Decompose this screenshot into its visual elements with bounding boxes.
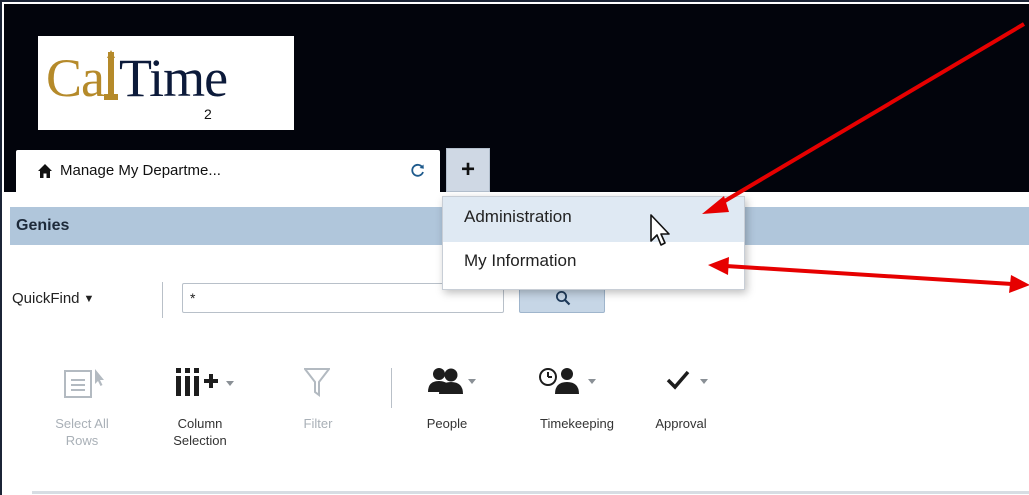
menu-item-my-information[interactable]: My Information	[443, 241, 744, 286]
home-icon	[38, 164, 52, 178]
people-button[interactable]: People	[412, 362, 482, 462]
quickfind-separator	[162, 282, 163, 318]
people-label: People	[426, 416, 468, 431]
column-selection-button[interactable]: Column Selection	[152, 362, 248, 462]
logo-version: 2	[204, 106, 212, 122]
column-selection-label: Column Selection	[173, 416, 227, 448]
logo-time: Time	[119, 48, 228, 108]
toolbar-separator	[391, 368, 392, 408]
arrow-to-my-information	[708, 257, 1029, 293]
filter-icon	[302, 368, 332, 403]
tower-icon	[104, 50, 118, 100]
menu-item-administration[interactable]: Administration	[443, 197, 744, 242]
grid-top-border	[32, 491, 1029, 494]
genies-title: Genies	[16, 217, 70, 234]
logo-ca: Ca	[46, 48, 105, 108]
select-all-rows-button[interactable]: Select All Rows	[42, 362, 122, 462]
filter-label: Filter	[303, 416, 333, 431]
quickfind-label: QuickFind	[12, 290, 80, 307]
logo-wordmark: Ca Time	[46, 48, 228, 108]
mouse-cursor-icon	[650, 214, 670, 246]
timekeeping-button[interactable]: Timekeeping	[522, 362, 632, 462]
timekeeping-label: Timekeeping	[540, 416, 614, 431]
search-icon	[556, 291, 571, 306]
caltime-logo: Ca Time 2	[38, 36, 294, 130]
column-selection-icon	[174, 368, 244, 403]
quickfind-dropdown[interactable]: QuickFind ▼	[12, 290, 94, 307]
select-all-rows-icon	[64, 369, 106, 406]
add-tab-menu: Administration My Information	[442, 196, 745, 290]
caret-down-icon: ▼	[83, 292, 95, 305]
add-tab-button[interactable]: +	[446, 148, 490, 192]
filter-button[interactable]: Filter	[294, 362, 342, 462]
approval-label: Approval	[655, 416, 707, 431]
people-icon	[426, 366, 482, 401]
app-window: Ca Time 2 Manage My Departme... + Genies …	[0, 0, 1029, 495]
tab-label: Manage My Departme...	[60, 162, 221, 179]
timekeeping-icon	[538, 366, 604, 401]
approval-button[interactable]: Approval	[646, 362, 716, 462]
approval-icon	[666, 366, 716, 401]
tab-manage-my-department[interactable]: Manage My Departme...	[16, 150, 440, 192]
select-all-rows-label: Select All Rows	[55, 416, 109, 448]
refresh-icon[interactable]	[410, 163, 425, 178]
